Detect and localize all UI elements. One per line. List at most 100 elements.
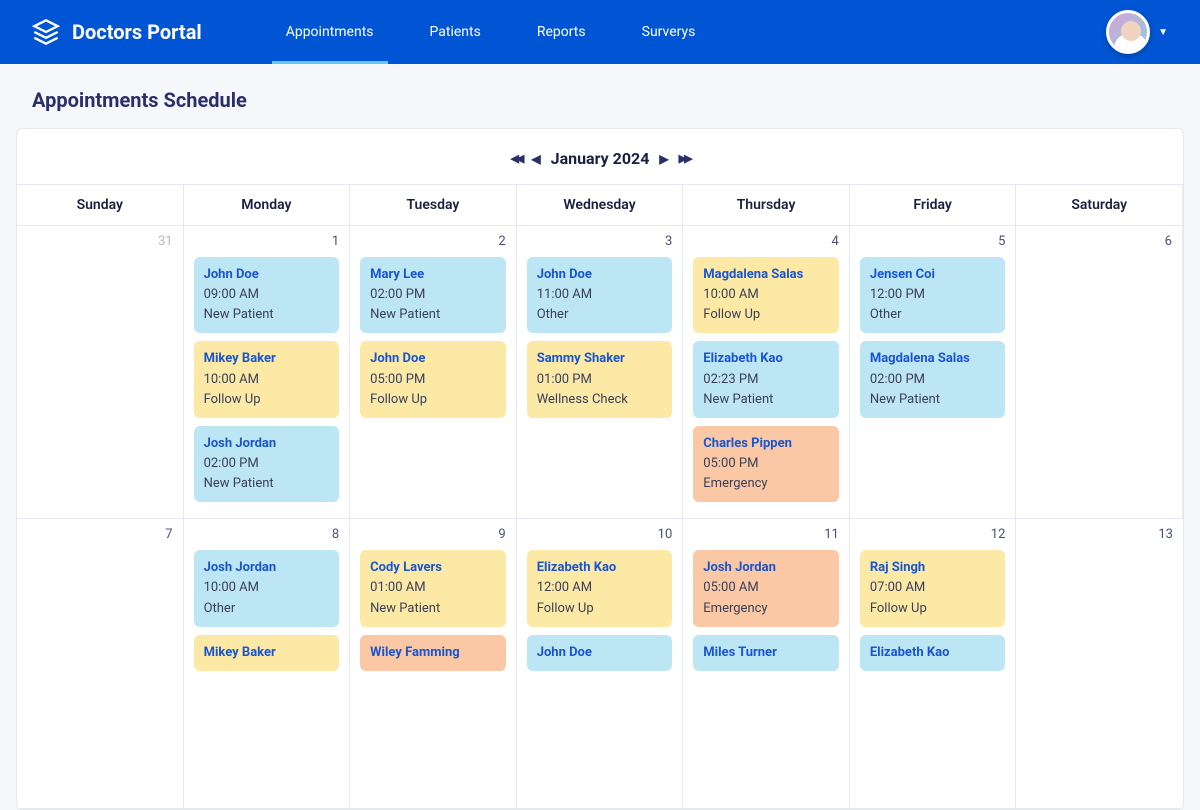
appointment-time: 02:23 PM: [703, 370, 829, 390]
next-year-button[interactable]: ▶▶: [679, 152, 690, 165]
appointment-name: Josh Jordan: [703, 558, 829, 578]
appointment-card[interactable]: Miles Turner: [693, 635, 839, 671]
appointment-name: Josh Jordan: [204, 434, 330, 454]
appointment-time: 10:00 AM: [204, 370, 330, 390]
appointment-time: 09:00 AM: [204, 285, 330, 305]
appointment-time: 12:00 AM: [537, 578, 663, 598]
appointment-name: John Doe: [537, 643, 663, 663]
brand-text: Doctors Portal: [72, 20, 202, 44]
appointment-time: 02:00 PM: [204, 454, 330, 474]
day-number: 11: [693, 527, 839, 542]
stack-icon: [32, 18, 60, 46]
appointment-type: Emergency: [703, 599, 829, 619]
appointment-name: Elizabeth Kao: [703, 349, 829, 369]
calendar-cell: 5 Jensen Coi12:00 PMOther Magdalena Salas0…: [850, 226, 1017, 519]
page-title: Appointments Schedule: [0, 64, 1200, 128]
appointment-card[interactable]: Josh Jordan05:00 AMEmergency: [693, 550, 839, 626]
appointment-card[interactable]: Charles Pippen05:00 PMEmergency: [693, 426, 839, 502]
day-number: 9: [360, 527, 506, 542]
nav-reports[interactable]: Reports: [509, 0, 614, 64]
day-number: 31: [27, 234, 173, 249]
calendar-card: ◀◀ ◀ January 2024 ▶ ▶▶ SundayMondayTuesd…: [16, 128, 1184, 810]
appointment-card[interactable]: John Doe: [527, 635, 673, 671]
appointment-name: Magdalena Salas: [703, 265, 829, 285]
appointment-card[interactable]: Magdalena Salas02:00 PMNew Patient: [860, 341, 1006, 417]
appointment-type: New Patient: [370, 599, 496, 619]
appointment-name: Miles Turner: [703, 643, 829, 663]
appointment-type: Other: [204, 599, 330, 619]
appointment-card[interactable]: John Doe09:00 AMNew Patient: [194, 257, 340, 333]
appointment-card[interactable]: Elizabeth Kao02:23 PMNew Patient: [693, 341, 839, 417]
chevron-down-icon: ▼: [1158, 27, 1168, 38]
day-number: 7: [27, 527, 173, 542]
appointment-type: Other: [870, 305, 996, 325]
appointment-card[interactable]: Elizabeth Kao12:00 AMFollow Up: [527, 550, 673, 626]
appointment-name: Josh Jordan: [204, 558, 330, 578]
nav: Appointments Patients Reports Surverys: [258, 0, 724, 64]
appointment-name: Jensen Coi: [870, 265, 996, 285]
appointment-name: Raj Singh: [870, 558, 996, 578]
appointment-time: 02:00 PM: [870, 370, 996, 390]
appointment-time: 11:00 AM: [537, 285, 663, 305]
nav-appointments[interactable]: Appointments: [258, 0, 402, 64]
appointment-card[interactable]: Jensen Coi12:00 PMOther: [860, 257, 1006, 333]
appointment-card[interactable]: Mary Lee02:00 PMNew Patient: [360, 257, 506, 333]
calendar-cell: 11 Josh Jordan05:00 AMEmergency Miles Turn…: [683, 519, 850, 809]
appointment-name: John Doe: [370, 349, 496, 369]
appointment-card[interactable]: Josh Jordan10:00 AMOther: [194, 550, 340, 626]
user-menu[interactable]: ▼: [1106, 10, 1168, 54]
appointment-type: Follow Up: [370, 390, 496, 410]
calendar-cell: 1 John Doe09:00 AMNew Patient Mikey Baker1…: [184, 226, 351, 519]
day-header: Wednesday: [517, 185, 684, 226]
next-month-button[interactable]: ▶: [659, 152, 668, 166]
appointment-name: Cody Lavers: [370, 558, 496, 578]
appointment-type: New Patient: [370, 305, 496, 325]
appointment-type: Emergency: [703, 474, 829, 494]
appointment-time: 01:00 PM: [537, 370, 663, 390]
appointment-card[interactable]: Wiley Famming: [360, 635, 506, 671]
appointment-type: Follow Up: [537, 599, 663, 619]
calendar-cell: 6: [1016, 226, 1183, 519]
appointment-card[interactable]: John Doe11:00 AMOther: [527, 257, 673, 333]
day-number: 1: [194, 234, 340, 249]
day-number: 5: [860, 234, 1006, 249]
appointment-card[interactable]: Josh Jordan02:00 PMNew Patient: [194, 426, 340, 502]
appointment-card[interactable]: Elizabeth Kao: [860, 635, 1006, 671]
appointment-card[interactable]: Mikey Baker10:00 AMFollow Up: [194, 341, 340, 417]
appointment-name: Mary Lee: [370, 265, 496, 285]
day-number: 10: [527, 527, 673, 542]
appointment-time: 05:00 PM: [370, 370, 496, 390]
appointment-name: Charles Pippen: [703, 434, 829, 454]
appointment-card[interactable]: Sammy Shaker01:00 PMWellness Check: [527, 341, 673, 417]
appointment-name: Mikey Baker: [204, 349, 330, 369]
calendar-cell: 10 Elizabeth Kao12:00 AMFollow Up John Doe: [517, 519, 684, 809]
appointment-type: New Patient: [204, 305, 330, 325]
day-number: 6: [1026, 234, 1172, 249]
appointment-time: 07:00 AM: [870, 578, 996, 598]
nav-patients[interactable]: Patients: [402, 0, 509, 64]
day-number: 13: [1026, 527, 1173, 542]
day-header: Tuesday: [350, 185, 517, 226]
day-header: Friday: [850, 185, 1017, 226]
appointment-time: 10:00 AM: [703, 285, 829, 305]
appointment-card[interactable]: John Doe05:00 PMFollow Up: [360, 341, 506, 417]
prev-year-button[interactable]: ◀◀: [510, 152, 521, 165]
nav-surveys[interactable]: Surverys: [614, 0, 724, 64]
header: Doctors Portal Appointments Patients Rep…: [0, 0, 1200, 64]
day-header: Monday: [184, 185, 351, 226]
prev-month-button[interactable]: ◀: [531, 152, 540, 166]
day-number: 4: [693, 234, 839, 249]
appointment-type: Follow Up: [870, 599, 996, 619]
appointment-card[interactable]: Mikey Baker: [194, 635, 340, 671]
appointment-card[interactable]: Cody Lavers01:00 AMNew Patient: [360, 550, 506, 626]
day-number: 3: [527, 234, 673, 249]
calendar-cell: 31: [17, 226, 184, 519]
day-number: 8: [194, 527, 340, 542]
appointment-name: Elizabeth Kao: [537, 558, 663, 578]
day-header: Sunday: [17, 185, 184, 226]
appointment-card[interactable]: Magdalena Salas10:00 AMFollow Up: [693, 257, 839, 333]
brand[interactable]: Doctors Portal: [32, 18, 202, 46]
appointment-name: John Doe: [204, 265, 330, 285]
appointment-card[interactable]: Raj Singh07:00 AMFollow Up: [860, 550, 1006, 626]
avatar: [1106, 10, 1150, 54]
